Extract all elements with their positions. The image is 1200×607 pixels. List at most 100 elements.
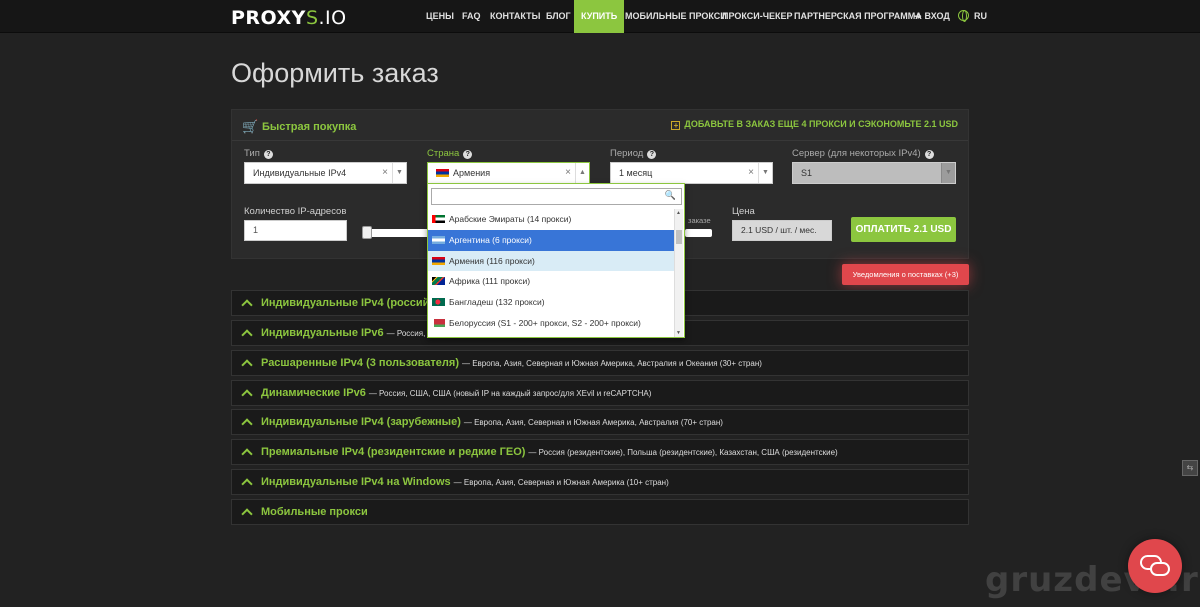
language-switch[interactable]: RU bbox=[951, 0, 994, 33]
chevron-up-icon[interactable]: ▲ bbox=[575, 163, 589, 183]
country-option-label: Африка (111 прокси) bbox=[449, 276, 531, 287]
nav-label: КУПИТЬ bbox=[574, 0, 625, 33]
logo-tail: .IO bbox=[318, 7, 347, 29]
category-title: Индивидуальные IPv4 (зарубежные) bbox=[261, 416, 461, 428]
quantity-label: Количество IP-адресов bbox=[244, 206, 347, 217]
plus-icon: + bbox=[671, 121, 681, 130]
country-options: Арабские Эмираты (14 прокси) Аргентина (6… bbox=[428, 209, 674, 334]
armenia-flag-icon bbox=[436, 169, 449, 177]
quantity-slider-handle[interactable] bbox=[362, 226, 372, 239]
chevron-down-icon[interactable]: ▼ bbox=[941, 163, 955, 183]
clear-icon[interactable]: × bbox=[748, 163, 754, 183]
nav-label: КОНТАКТЫ bbox=[490, 11, 541, 21]
country-search-input[interactable] bbox=[431, 188, 682, 205]
pay-button[interactable]: ОПЛАТИТЬ 2.1 USD bbox=[851, 217, 956, 242]
period-label: Период? bbox=[610, 148, 657, 159]
promo-text: ДОБАВЬТЕ В ЗАКАЗ ЕЩЕ 4 ПРОКСИ И СЭКОНОМЬ… bbox=[684, 119, 958, 129]
search-icon: 🔍 bbox=[664, 190, 676, 200]
country-select[interactable]: Армения × ▲ bbox=[427, 162, 590, 184]
arg-flag-icon bbox=[432, 235, 445, 244]
nav-item-2[interactable]: КОНТАКТЫ bbox=[483, 0, 547, 33]
help-icon[interactable]: ? bbox=[924, 150, 934, 159]
category-row[interactable]: Расшаренные IPv4 (3 пользователя) — Европ… bbox=[231, 350, 969, 376]
type-select[interactable]: Индивидуальные IPv4 × ▼ bbox=[244, 162, 407, 184]
scroll-up-icon[interactable]: ▲ bbox=[676, 210, 681, 216]
notifications-button[interactable]: Уведомления о поставках (+3) bbox=[842, 264, 969, 285]
logo[interactable]: PROXYS.IO bbox=[231, 7, 347, 29]
category-title: Индивидуальные IPv4 (российс bbox=[261, 297, 436, 309]
quantity-slider-track[interactable] bbox=[362, 229, 432, 237]
promo-link[interactable]: + ДОБАВЬТЕ В ЗАКАЗ ЕЩЕ 4 ПРОКСИ И СЭКОНОМ… bbox=[671, 119, 958, 130]
quantity-slider-track-end[interactable] bbox=[685, 229, 712, 237]
country-option[interactable]: Бангладеш (132 прокси) bbox=[428, 292, 674, 313]
server-value: S1 bbox=[801, 168, 813, 178]
category-row[interactable]: Индивидуальные IPv4 на Windows — Европа, … bbox=[231, 469, 969, 495]
category-title: Премиальные IPv4 (резидентские и редкие … bbox=[261, 446, 526, 458]
scroll-down-icon[interactable]: ▼ bbox=[676, 330, 681, 336]
country-value: Армения bbox=[453, 168, 491, 178]
login-link[interactable]: ➔ ВХОД bbox=[907, 0, 957, 33]
category-title: Расшаренные IPv4 (3 пользователя) bbox=[261, 357, 459, 369]
login-label: ВХОД bbox=[924, 11, 950, 21]
server-select[interactable]: S1 ▼ bbox=[792, 162, 956, 184]
clear-icon[interactable]: × bbox=[565, 163, 571, 183]
login-icon: ➔ bbox=[914, 11, 922, 21]
country-option-label: Белоруссия (S1 - 200+ прокси, S2 - 200+ … bbox=[449, 317, 641, 328]
logo-mid: S bbox=[305, 7, 319, 29]
chevron-down-icon[interactable]: ▼ bbox=[758, 163, 772, 183]
chat-bubble-icon-2 bbox=[1150, 562, 1170, 576]
price-label: Цена bbox=[732, 206, 755, 217]
chat-button[interactable] bbox=[1128, 539, 1182, 593]
country-option-label: Бангладеш (132 прокси) bbox=[449, 297, 545, 308]
help-icon[interactable]: ? bbox=[263, 150, 273, 159]
chevron-up-icon bbox=[242, 298, 251, 307]
chevron-down-icon[interactable]: ▼ bbox=[392, 163, 406, 183]
category-title: Мобильные прокси bbox=[261, 506, 368, 518]
logo-main: PROXY bbox=[231, 7, 306, 29]
chevron-up-icon bbox=[242, 447, 251, 456]
country-option[interactable]: Белоруссия (S1 - 200+ прокси, S2 - 200+ … bbox=[428, 313, 674, 334]
panel-header: 🛒 Быстрая покупка + ДОБАВЬТЕ В ЗАКАЗ ЕЩЕ … bbox=[232, 110, 968, 141]
country-option[interactable]: Арабские Эмираты (14 прокси) bbox=[428, 209, 674, 230]
order-side-text: заказе bbox=[688, 216, 711, 225]
bgd-flag-icon bbox=[432, 298, 445, 307]
cart-icon: 🛒 bbox=[242, 119, 259, 134]
country-option[interactable]: Аргентина (6 прокси) bbox=[428, 229, 674, 251]
top-navbar: PROXYS.IO ЦЕНЫ FAQ КОНТАКТЫ БЛОГ КУПИТЬ МОБИЛ… bbox=[0, 0, 1200, 33]
chevron-up-icon bbox=[242, 328, 251, 337]
category-title: Индивидуальные IPv6 bbox=[261, 327, 384, 339]
uae-flag-icon bbox=[432, 215, 445, 223]
country-option-label: Арабские Эмираты (14 прокси) bbox=[449, 214, 572, 224]
category-title: Динамические IPv6 bbox=[261, 387, 366, 399]
nav-item-3[interactable]: БЛОГ bbox=[539, 0, 578, 33]
country-option-label: Аргентина (6 прокси) bbox=[449, 234, 532, 245]
scrollbar-thumb[interactable] bbox=[676, 230, 682, 244]
chevron-up-icon bbox=[242, 417, 251, 426]
quantity-input[interactable]: 1 bbox=[244, 220, 347, 241]
dropdown-scrollbar[interactable]: ▲ ▼ bbox=[674, 209, 683, 337]
page-title: Оформить заказ bbox=[231, 58, 439, 88]
country-option[interactable]: Африка (111 прокси) bbox=[428, 271, 674, 292]
category-desc: — Европа, Азия, Северная и Южная Америка… bbox=[463, 418, 723, 427]
category-row[interactable]: Премиальные IPv4 (резидентские и редкие … bbox=[231, 439, 969, 465]
period-select[interactable]: 1 месяц × ▼ bbox=[610, 162, 773, 184]
category-desc: — Европа, Азия, Северная и Южная Америка… bbox=[453, 478, 669, 487]
country-option[interactable]: Армения (116 прокси) bbox=[428, 250, 674, 272]
side-widget-icon[interactable]: ⇆ bbox=[1182, 460, 1198, 476]
help-icon[interactable]: ? bbox=[647, 150, 657, 159]
category-row[interactable]: Мобильные прокси bbox=[231, 499, 969, 525]
panel-title: Быстрая покупка bbox=[262, 121, 357, 133]
category-desc: — Россия, США, США (новый IP на каждый з… bbox=[368, 389, 652, 398]
category-row[interactable]: Динамические IPv6— Россия, США, США (нов… bbox=[231, 380, 969, 406]
nav-item-4[interactable]: КУПИТЬ bbox=[574, 0, 625, 33]
chevron-up-icon bbox=[242, 358, 251, 367]
arm-flag-icon bbox=[432, 256, 445, 265]
help-icon[interactable]: ? bbox=[463, 150, 473, 159]
chevron-up-icon bbox=[242, 477, 251, 486]
clear-icon[interactable]: × bbox=[382, 163, 388, 183]
category-desc: — Европа, Азия, Северная и Южная Америка… bbox=[462, 359, 762, 368]
country-dropdown: 🔍 Арабские Эмираты (14 прокси) Аргентина … bbox=[427, 183, 685, 338]
category-row[interactable]: Индивидуальные IPv4 (зарубежные) — Европа… bbox=[231, 409, 969, 435]
server-label: Сервер (для некоторых IPv4)? bbox=[792, 148, 934, 159]
period-value: 1 месяц bbox=[619, 168, 653, 178]
